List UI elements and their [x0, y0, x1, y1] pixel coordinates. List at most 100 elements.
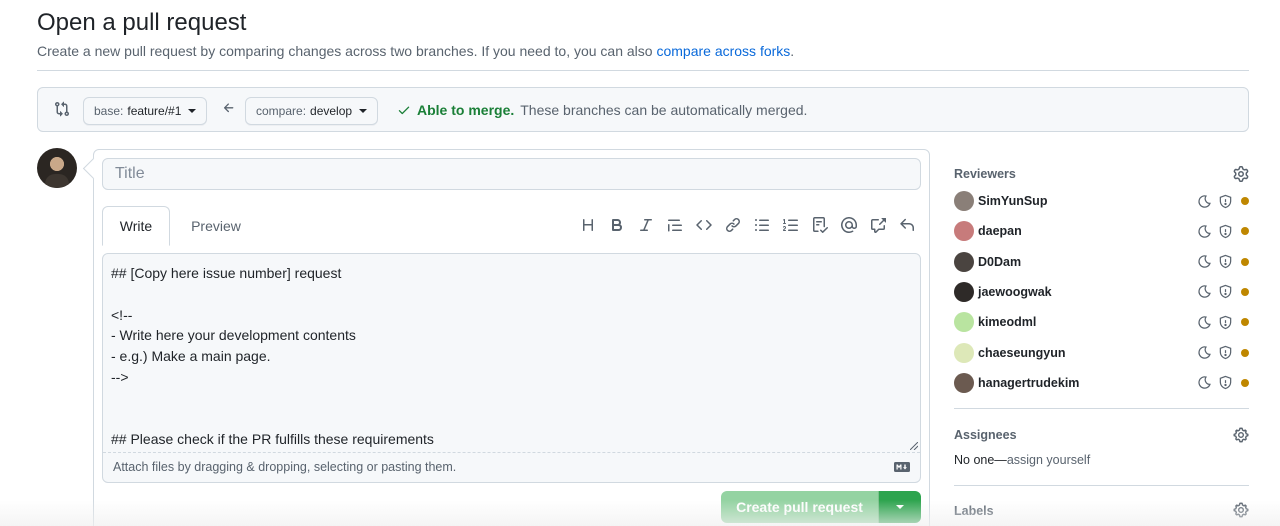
attach-files-text: Attach files by dragging & dropping, sel… — [113, 460, 457, 474]
unordered-list-icon[interactable] — [747, 214, 776, 236]
code-owner-shield-icon — [1219, 194, 1232, 208]
pr-form: Write Preview ## [Copy here issue number… — [93, 149, 930, 526]
code-owner-shield-icon — [1219, 254, 1232, 269]
bold-icon[interactable] — [602, 214, 631, 236]
header-divider — [37, 70, 1249, 71]
reviewer-avatar — [954, 312, 974, 333]
base-value: feature/#1 — [127, 104, 182, 118]
busy-moon-icon — [1198, 225, 1211, 238]
pending-review-dot — [1241, 348, 1249, 357]
busy-moon-icon — [1198, 315, 1211, 329]
tab-preview[interactable]: Preview — [176, 206, 256, 246]
create-pr-dropdown[interactable] — [879, 491, 921, 523]
merge-desc-text: These branches can be automatically merg… — [520, 102, 808, 118]
compare-label: compare: — [256, 104, 307, 118]
ordered-list-icon[interactable] — [776, 214, 805, 236]
pr-body-editor[interactable]: ## [Copy here issue number] request <!--… — [102, 253, 921, 483]
task-list-icon[interactable] — [805, 214, 834, 236]
busy-moon-icon — [1198, 285, 1211, 299]
markdown-icon[interactable] — [894, 462, 910, 472]
caret-down-icon — [896, 505, 904, 509]
page-subtitle: Create a new pull request by comparing c… — [37, 43, 794, 59]
create-pr-button-group: Create pull request — [721, 491, 921, 523]
code-owner-shield-icon — [1219, 285, 1232, 299]
assignees-none-text: No one— — [954, 453, 1007, 467]
markdown-toolbar — [573, 214, 921, 236]
labels-heading: Labels — [954, 504, 994, 518]
italic-icon[interactable] — [631, 214, 660, 236]
reviewer-name[interactable]: daepan — [978, 224, 1197, 238]
heading-icon[interactable] — [573, 214, 602, 236]
reviewer-row[interactable]: hanagertrudekim — [954, 372, 1249, 394]
code-owner-shield-icon — [1219, 376, 1232, 390]
assignees-gear-icon[interactable] — [1233, 427, 1249, 443]
cross-reference-icon[interactable] — [863, 214, 892, 236]
code-owner-shield-icon — [1219, 315, 1232, 329]
busy-moon-icon — [1198, 194, 1211, 208]
reply-icon[interactable] — [892, 214, 921, 236]
merge-status: Able to merge. These branches can be aut… — [397, 102, 807, 118]
reviewer-avatar — [954, 251, 974, 272]
pending-review-dot — [1241, 318, 1249, 327]
reviewer-name[interactable]: chaeseungyun — [978, 346, 1197, 360]
assign-yourself-link[interactable]: assign yourself — [1007, 453, 1090, 467]
reviewer-row[interactable]: jaewoogwak — [954, 281, 1249, 303]
reviewer-avatar — [954, 372, 974, 393]
compare-value: develop — [310, 104, 353, 118]
compare-forks-link[interactable]: compare across forks — [656, 43, 790, 59]
reviewer-row[interactable]: SimYunSup — [954, 190, 1249, 212]
code-icon[interactable] — [689, 214, 718, 236]
reviewer-avatar — [954, 221, 974, 242]
reviewer-row[interactable]: daepan — [954, 220, 1249, 242]
busy-moon-icon — [1198, 376, 1211, 390]
reviewer-avatar — [954, 342, 974, 363]
busy-moon-icon — [1198, 346, 1211, 359]
pending-review-dot — [1241, 227, 1249, 236]
sidebar-divider — [954, 485, 1249, 486]
compare-branch-select[interactable]: compare: develop — [245, 97, 379, 125]
subtitle-end: . — [790, 43, 795, 59]
base-label: base: — [94, 104, 124, 118]
reviewer-name[interactable]: hanagertrudekim — [978, 376, 1197, 390]
quote-icon[interactable] — [660, 214, 689, 236]
assignees-heading: Assignees — [954, 428, 1017, 442]
git-compare-icon — [55, 101, 70, 117]
reviewer-row[interactable]: chaeseungyun — [954, 342, 1249, 364]
reviewers-gear-icon[interactable] — [1233, 166, 1249, 182]
page-title: Open a pull request — [37, 9, 247, 36]
pending-review-dot — [1241, 257, 1249, 266]
compare-bar: base: feature/#1 compare: develop Able t… — [37, 87, 1249, 132]
base-branch-select[interactable]: base: feature/#1 — [83, 97, 208, 125]
reviewer-name[interactable]: D0Dam — [978, 255, 1197, 269]
reviewer-avatar — [954, 191, 974, 211]
link-icon[interactable] — [718, 214, 747, 236]
subtitle-text: Create a new pull request by comparing c… — [37, 43, 657, 59]
reviewers-heading: Reviewers — [954, 167, 1016, 181]
attach-files-bar[interactable]: Attach files by dragging & dropping, sel… — [103, 452, 920, 482]
pending-review-dot — [1241, 287, 1249, 296]
sidebar-divider — [954, 408, 1249, 409]
reviewer-avatar — [954, 281, 974, 302]
check-icon — [398, 106, 410, 115]
code-owner-shield-icon — [1219, 345, 1232, 360]
code-owner-shield-icon — [1219, 224, 1232, 239]
tab-write[interactable]: Write — [102, 206, 170, 246]
merge-ok-text: Able to merge. — [417, 102, 515, 118]
reviewer-row[interactable]: kimeodml — [954, 311, 1249, 333]
title-input[interactable] — [102, 158, 921, 190]
reviewer-name[interactable]: SimYunSup — [978, 194, 1197, 208]
pending-review-dot — [1241, 378, 1249, 387]
labels-gear-icon[interactable] — [1233, 502, 1249, 518]
pr-body-textarea[interactable]: ## [Copy here issue number] request <!--… — [103, 254, 920, 452]
create-pr-button[interactable]: Create pull request — [721, 491, 879, 523]
reviewer-name[interactable]: kimeodml — [978, 315, 1197, 329]
assignees-value: No one—assign yourself — [954, 453, 1090, 467]
editor-tabs: Write Preview — [102, 206, 921, 246]
arrow-left-icon — [223, 103, 234, 113]
reviewer-name[interactable]: jaewoogwak — [978, 285, 1197, 299]
reviewer-row[interactable]: D0Dam — [954, 251, 1249, 273]
busy-moon-icon — [1198, 255, 1211, 268]
user-avatar — [37, 148, 77, 188]
mention-icon[interactable] — [834, 214, 863, 236]
resize-grip-icon[interactable] — [910, 442, 918, 450]
